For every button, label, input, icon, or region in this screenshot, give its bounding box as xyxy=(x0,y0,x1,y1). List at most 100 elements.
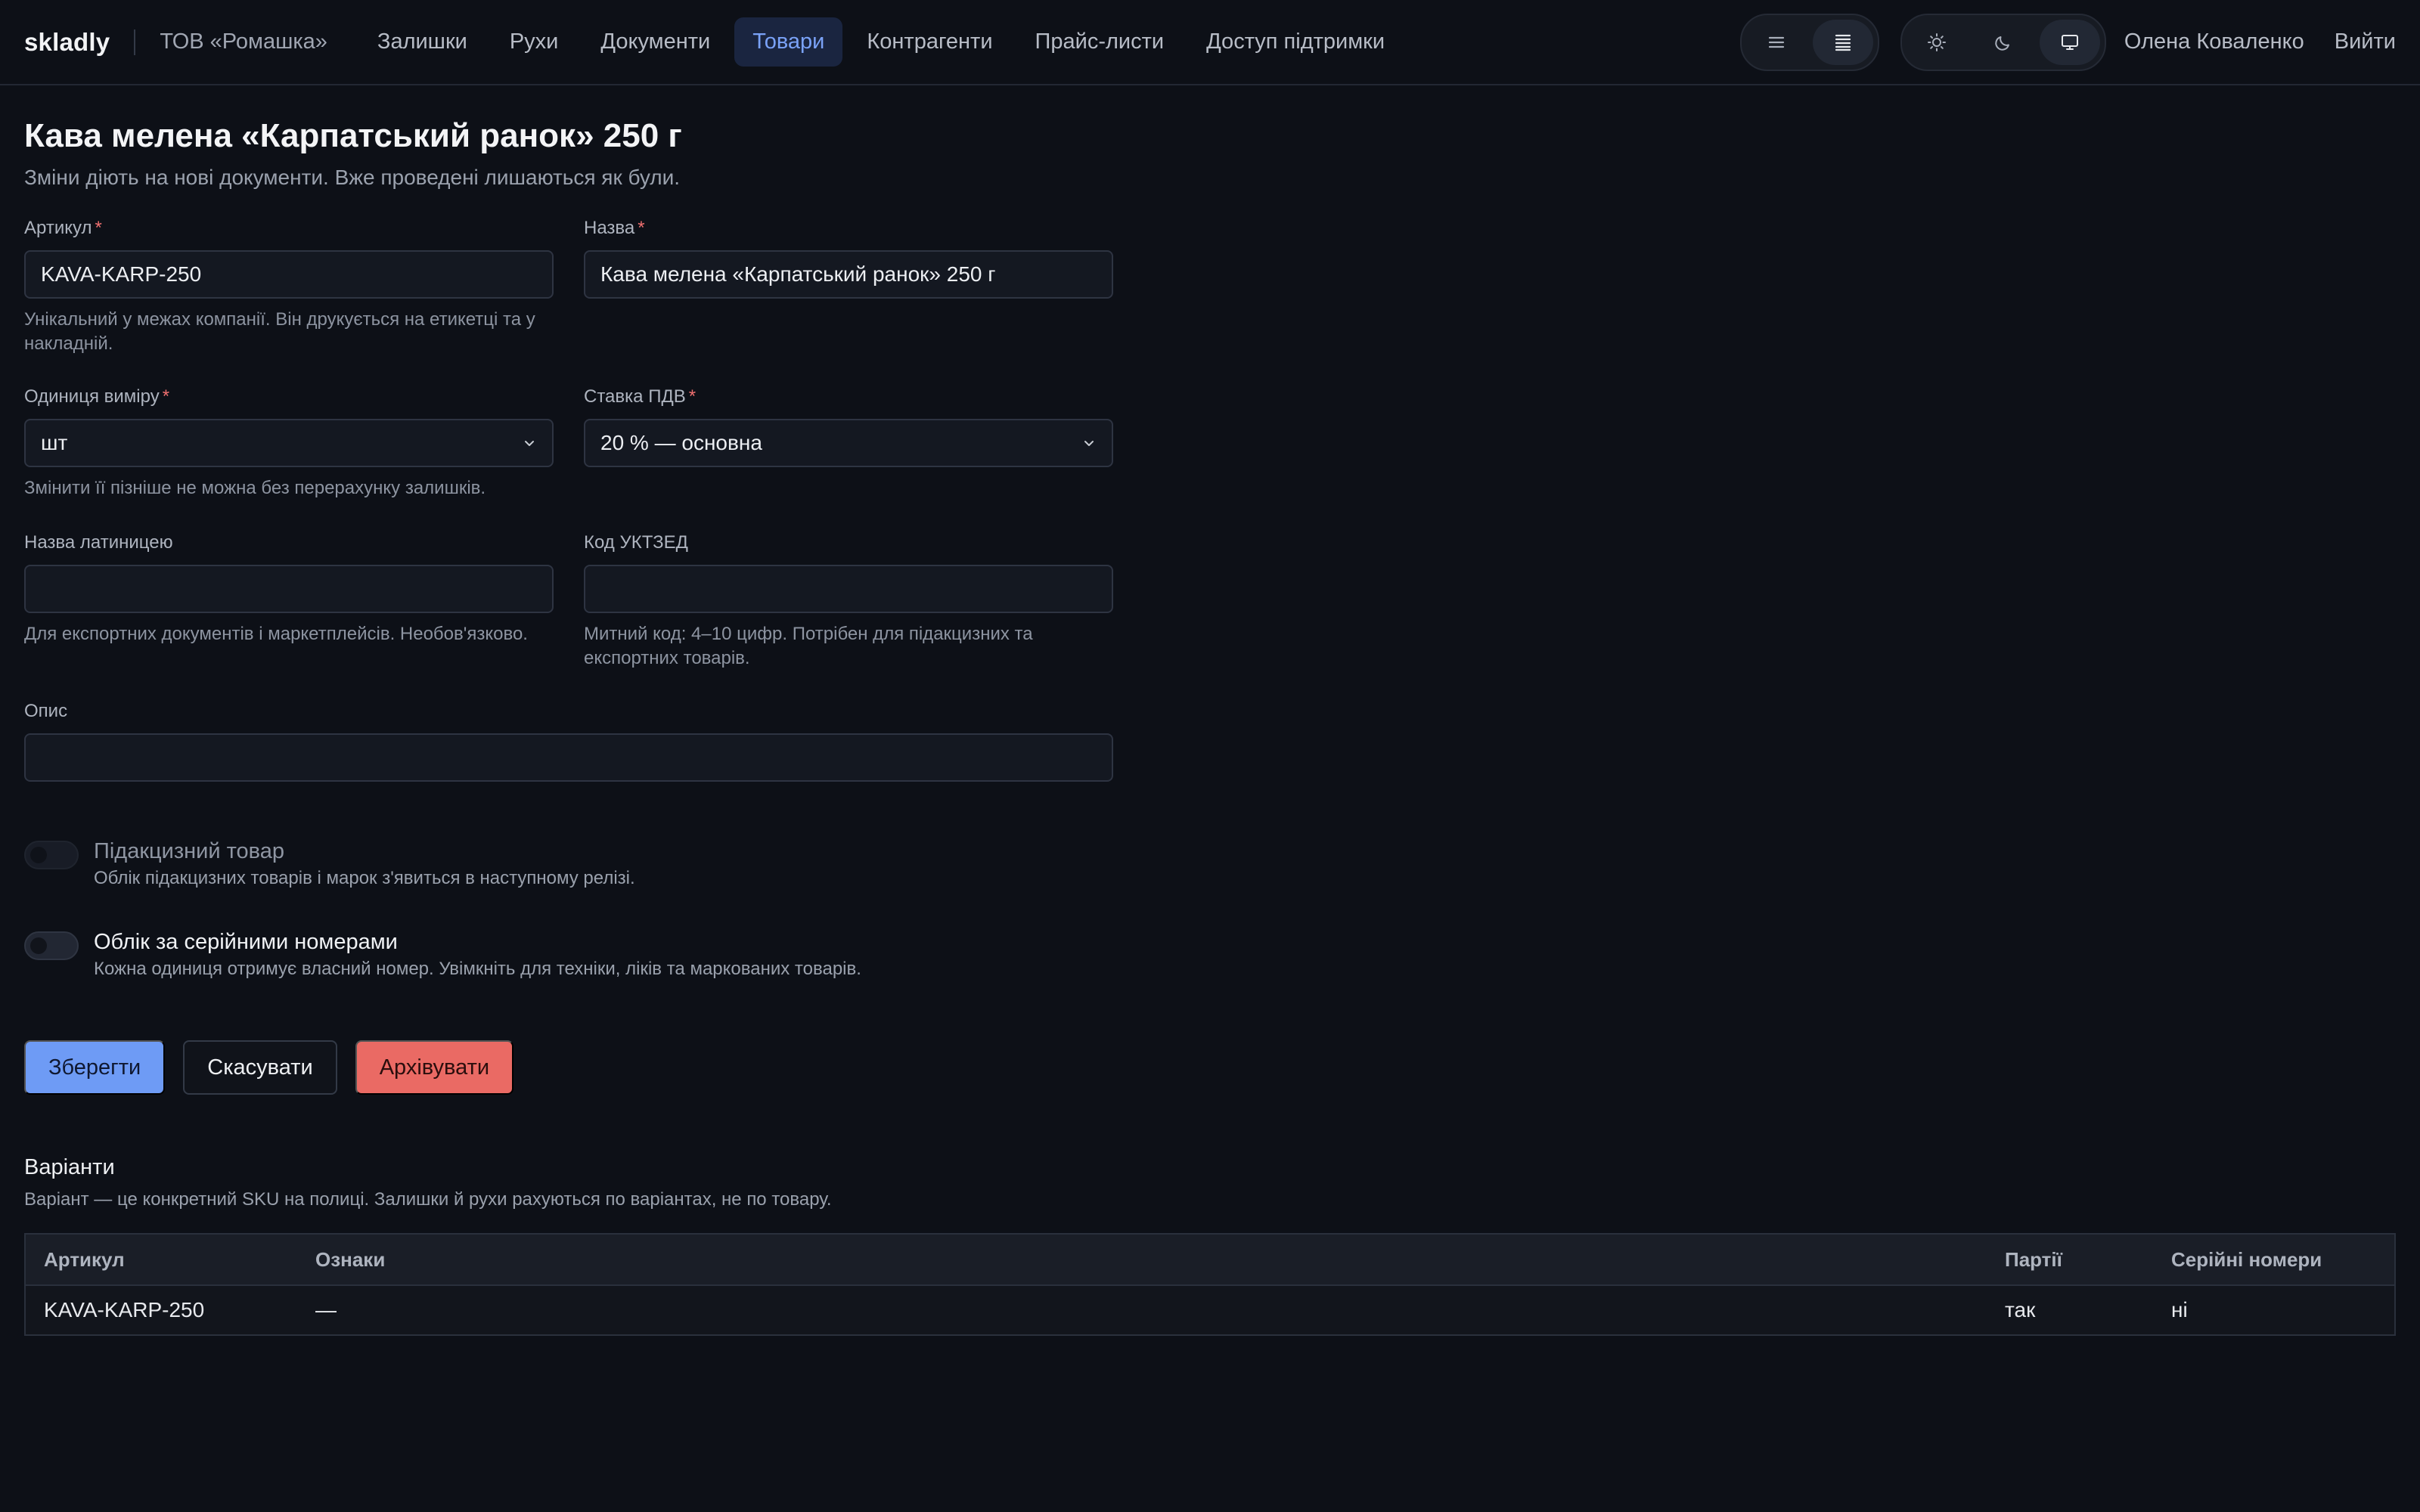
unit-select[interactable]: шт xyxy=(24,419,554,467)
cell-serials: ні xyxy=(2153,1285,2395,1335)
cell-batches: так xyxy=(1987,1285,2153,1335)
column-header-sku[interactable]: Артикул xyxy=(25,1234,297,1286)
density-compact-button[interactable] xyxy=(1812,19,1873,65)
nav-item-support-access[interactable]: Доступ підтримки xyxy=(1188,17,1403,67)
company-name: ТОВ «Ромашка» xyxy=(160,29,327,54)
user-name[interactable]: Олена Коваленко xyxy=(2124,29,2304,54)
top-bar: skladly ТОВ «Ромашка» Залишки Рухи Докум… xyxy=(0,0,2420,85)
serials-toggle-desc: Кожна одиниця отримує власний номер. Уві… xyxy=(94,959,861,979)
unit-label-text: Одиниця виміру xyxy=(24,386,160,407)
brand-logo[interactable]: skladly xyxy=(24,28,110,57)
nav-item-products[interactable]: Товари xyxy=(734,17,843,67)
page-title: Кава мелена «Карпатський ранок» 250 г xyxy=(24,117,682,154)
cell-attributes: — xyxy=(297,1285,1987,1335)
required-mark: * xyxy=(688,386,697,407)
serials-toggle-row: Облік за серійними номерами Кожна одиниц… xyxy=(24,928,1113,980)
vat-label: Ставка ПДВ * xyxy=(584,386,1113,408)
required-mark: * xyxy=(162,386,170,407)
main-content: Кава мелена «Карпатський ранок» 250 г Зм… xyxy=(0,117,2420,1336)
uktzed-field-group: Код УКТЗЕД Митний код: 4–10 цифр. Потріб… xyxy=(584,531,1113,700)
sku-label-text: Артикул xyxy=(24,218,92,238)
excise-toggle-title: Підакцизний товар xyxy=(94,839,285,863)
chevron-down-icon xyxy=(525,441,534,446)
vat-field-group: Ставка ПДВ * 20 % — основна xyxy=(584,386,1113,531)
theme-dark-button[interactable] xyxy=(1973,20,2034,65)
serials-toggle-title: Облік за серійними номерами xyxy=(94,930,398,954)
nav-item-documents[interactable]: Документи xyxy=(582,17,728,67)
theme-switcher xyxy=(1900,13,2106,71)
sun-icon xyxy=(1927,33,1946,51)
sku-input[interactable]: KAVA-KARP-250 xyxy=(24,250,554,299)
name-label-text: Назва xyxy=(584,218,635,238)
description-field-group: Опис xyxy=(24,700,1113,783)
latin-name-input[interactable] xyxy=(24,565,554,613)
latin-name-label: Назва латиницею xyxy=(24,532,173,553)
list-dense-icon xyxy=(1835,34,1851,51)
required-mark: * xyxy=(638,218,645,238)
nav-item-counterparties[interactable]: Контрагенти xyxy=(849,17,1010,67)
uktzed-label: Код УКТЗЕД xyxy=(584,532,688,553)
table-header-row: Артикул Ознаки Партії Серійні номери xyxy=(25,1234,2395,1286)
monitor-icon xyxy=(2061,34,2078,50)
moon-icon xyxy=(1995,36,2009,51)
unit-select-value: шт xyxy=(41,431,68,454)
theme-light-button[interactable] xyxy=(1907,20,1967,65)
density-switcher xyxy=(1739,13,1879,71)
variants-section: Варіанти Варіант — це конкретний SKU на … xyxy=(24,1155,2396,1336)
excise-toggle-row: Підакцизний товар Облік підакцизних това… xyxy=(24,838,1113,889)
topbar-right: Олена Коваленко Вийти xyxy=(1739,13,2396,71)
form-row: Одиниця виміру * шт Змінити її пізніше не… xyxy=(24,386,1113,531)
form-row: Опис xyxy=(24,700,1113,783)
chevron-down-icon xyxy=(1084,441,1094,446)
uktzed-input[interactable] xyxy=(584,565,1113,613)
sku-hint: Унікальний у межах компанії. Він друкуєт… xyxy=(24,309,535,354)
vat-label-text: Ставка ПДВ xyxy=(584,386,686,407)
unit-hint: Змінити її пізніше не можна без перераху… xyxy=(24,478,486,498)
form-actions: Зберегти Скасувати Архівувати xyxy=(24,1040,1113,1095)
required-mark: * xyxy=(95,218,102,238)
brand-divider xyxy=(134,29,136,55)
unit-field-group: Одиниця виміру * шт Змінити її пізніше не… xyxy=(24,386,554,531)
page-subtitle: Зміни діють на нові документи. Вже прове… xyxy=(24,166,681,189)
cell-sku[interactable]: KAVA-KARP-250 xyxy=(25,1285,297,1335)
serials-toggle-text: Облік за серійними номерами Кожна одиниц… xyxy=(94,928,861,980)
variants-desc: Варіант — це конкретний SKU на полиці. З… xyxy=(24,1189,832,1210)
excise-toggle-text: Підакцизний товар Облік підакцизних това… xyxy=(94,838,635,889)
variants-table: Артикул Ознаки Партії Серійні номери KAV… xyxy=(24,1233,2396,1336)
unit-label: Одиниця виміру * xyxy=(24,386,554,408)
column-header-batches[interactable]: Партії xyxy=(1987,1234,2153,1286)
vat-select[interactable]: 20 % — основна xyxy=(584,419,1113,467)
serials-toggle[interactable] xyxy=(24,931,79,960)
excise-toggle-desc: Облік підакцизних товарів і марок з'явит… xyxy=(94,868,635,888)
nav-item-movements[interactable]: Рухи xyxy=(492,17,577,67)
description-label: Опис xyxy=(24,701,68,721)
name-input[interactable]: Кава мелена «Карпатський ранок» 250 г xyxy=(584,250,1113,299)
sku-label: Артикул * xyxy=(24,217,554,240)
name-label: Назва * xyxy=(584,217,1113,240)
vat-select-value: 20 % — основна xyxy=(600,431,762,454)
density-comfortable-button[interactable] xyxy=(1746,20,1807,65)
latin-name-hint: Для експортних документів і маркетплейсі… xyxy=(24,624,528,644)
save-button[interactable]: Зберегти xyxy=(24,1040,166,1095)
nav-item-price-lists[interactable]: Прайс-листи xyxy=(1017,17,1183,67)
nav-item-stock[interactable]: Залишки xyxy=(359,17,486,67)
theme-system-button[interactable] xyxy=(2039,19,2100,65)
latin-name-field-group: Назва латиницею Для експортних документі… xyxy=(24,531,554,700)
logout-link[interactable]: Вийти xyxy=(2335,29,2396,54)
main-nav: Залишки Рухи Документи Товари Контрагент… xyxy=(359,17,1403,67)
table-row[interactable]: KAVA-KARP-250 — так ні xyxy=(25,1285,2395,1335)
archive-button[interactable]: Архівувати xyxy=(355,1040,514,1095)
excise-toggle xyxy=(24,841,79,869)
uktzed-hint: Митний код: 4–10 цифр. Потрібен для піда… xyxy=(584,624,1033,668)
cancel-button[interactable]: Скасувати xyxy=(183,1040,337,1095)
description-input[interactable] xyxy=(24,733,1113,782)
form-row: Артикул * KAVA-KARP-250 Унікальний у межа… xyxy=(24,217,1113,386)
form-row: Назва латиницею Для експортних документі… xyxy=(24,531,1113,700)
list-compact-icon xyxy=(1768,36,1784,48)
product-form: Артикул * KAVA-KARP-250 Унікальний у межа… xyxy=(24,217,1113,1095)
sku-field-group: Артикул * KAVA-KARP-250 Унікальний у межа… xyxy=(24,217,554,386)
column-header-serials[interactable]: Серійні номери xyxy=(2153,1234,2395,1286)
variants-title: Варіанти xyxy=(24,1155,115,1179)
column-header-attributes[interactable]: Ознаки xyxy=(297,1234,1987,1286)
name-field-group: Назва * Кава мелена «Карпатський ранок» 2… xyxy=(584,217,1113,386)
